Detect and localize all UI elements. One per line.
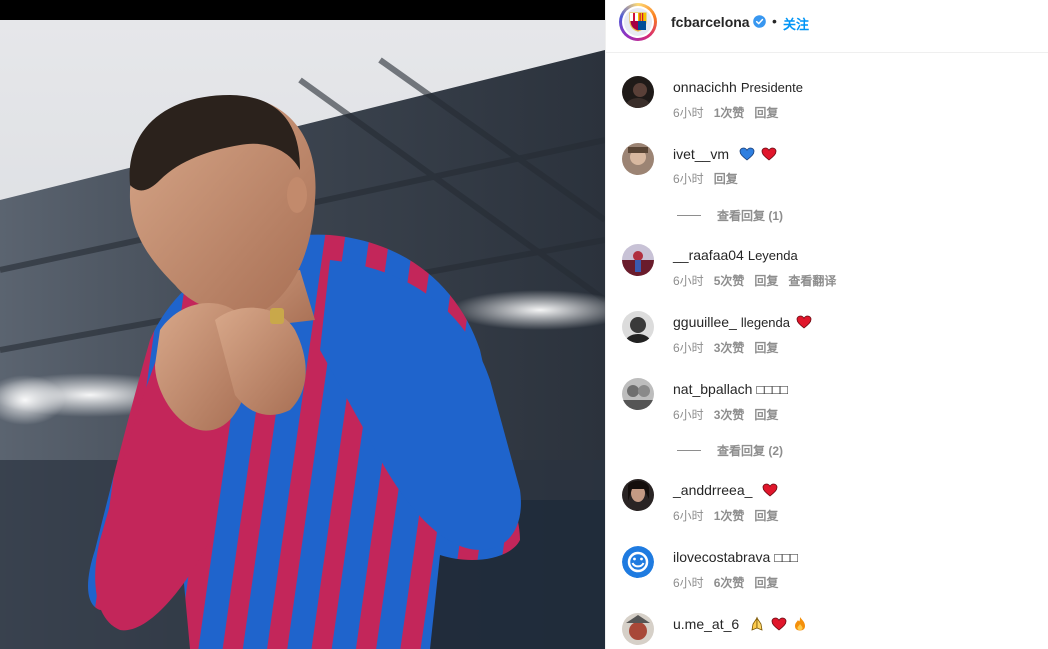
account-name[interactable]: fcbarcelona xyxy=(671,14,750,30)
see-translation-button[interactable]: 查看翻译 xyxy=(788,274,836,288)
view-replies-button[interactable]: 查看回复 (1) xyxy=(677,207,783,224)
comment-item: __raafaa04 Leyenda 6小时 5次赞 回复 查看翻译 xyxy=(606,244,1048,304)
post-header: fcbarcelona • 关注 xyxy=(606,0,1048,53)
media-top-bar xyxy=(0,0,605,20)
folded-hands-icon xyxy=(751,616,763,631)
red-heart-icon xyxy=(761,147,777,161)
comment-username[interactable]: onnacichh xyxy=(673,79,737,95)
commenter-avatar[interactable] xyxy=(622,378,654,410)
replies-divider xyxy=(677,450,701,451)
comment-time[interactable]: 6小时 xyxy=(673,408,704,422)
comment-text: Presidente xyxy=(740,80,803,95)
fcb-crest-icon xyxy=(624,8,652,36)
comment-username[interactable]: ivet__vm xyxy=(673,146,729,162)
comment-time[interactable]: 6小时 xyxy=(673,341,704,355)
replies-divider xyxy=(677,215,701,216)
comment-text: Leyenda xyxy=(747,248,798,263)
reply-button[interactable]: 回复 xyxy=(754,106,778,120)
separator-dot: • xyxy=(772,13,777,29)
account-avatar[interactable] xyxy=(619,3,657,41)
comment-time[interactable]: 6小时 xyxy=(673,509,704,523)
view-replies-button[interactable]: 查看回复 (2) xyxy=(677,442,783,459)
red-heart-icon xyxy=(762,483,778,497)
comment-list[interactable]: onnacichh Presidente 6小时 1次赞 回复 ivet__vm 6小… xyxy=(606,54,1048,649)
comment-item: gguuillee_ llegenda 6小时 3次赞 回复 xyxy=(606,311,1048,371)
reply-button[interactable]: 回复 xyxy=(714,172,738,186)
commenter-avatar[interactable] xyxy=(622,311,654,343)
comment-username[interactable]: _anddrreea_ xyxy=(673,482,752,498)
comment-text: llegenda xyxy=(740,315,790,330)
comment-username[interactable]: u.me_at_6 xyxy=(673,616,739,632)
comment-text: □□□ xyxy=(774,550,798,565)
view-replies-label: 查看回复 (1) xyxy=(717,209,784,223)
post-media[interactable] xyxy=(0,0,605,649)
comment-text: □□□□ xyxy=(756,382,788,397)
comment-item: ivet__vm 6小时 回复 xyxy=(606,143,1048,203)
comment-item: onnacichh Presidente 6小时 1次赞 回复 xyxy=(606,76,1048,136)
comment-likes[interactable]: 6次赞 xyxy=(714,576,745,590)
comment-time[interactable]: 6小时 xyxy=(673,106,704,120)
comment-likes[interactable]: 1次赞 xyxy=(714,106,745,120)
comments-panel: fcbarcelona • 关注 onnacichh Presidente 6小时… xyxy=(605,0,1048,649)
commenter-avatar[interactable] xyxy=(622,546,654,578)
reply-button[interactable]: 回复 xyxy=(754,509,778,523)
comment-likes[interactable]: 3次赞 xyxy=(714,408,745,422)
comment-likes[interactable]: 1次赞 xyxy=(714,509,745,523)
commenter-avatar[interactable] xyxy=(622,244,654,276)
comment-username[interactable]: gguuillee_ xyxy=(673,314,737,330)
reply-button[interactable]: 回复 xyxy=(754,341,778,355)
comment-time[interactable]: 6小时 xyxy=(673,172,704,186)
red-heart-icon xyxy=(796,315,812,329)
follow-button[interactable]: 关注 xyxy=(783,14,809,33)
comment-item: u.me_at_6 xyxy=(606,613,1048,649)
comment-item: nat_bpallach □□□□ 6小时 3次赞 回复 xyxy=(606,378,1048,438)
comment-item: _anddrreea_ 6小时 1次赞 回复 xyxy=(606,479,1048,539)
comment-time[interactable]: 6小时 xyxy=(673,274,704,288)
blue-heart-icon xyxy=(739,147,755,161)
reply-button[interactable]: 回复 xyxy=(754,576,778,590)
view-replies-label: 查看回复 (2) xyxy=(717,444,784,458)
red-heart-icon xyxy=(771,617,787,631)
commenter-avatar[interactable] xyxy=(622,479,654,511)
commenter-avatar[interactable] xyxy=(622,143,654,175)
reply-button[interactable]: 回复 xyxy=(754,274,778,288)
comment-likes[interactable]: 5次赞 xyxy=(714,274,745,288)
verified-badge-icon xyxy=(753,15,766,28)
reply-button[interactable]: 回复 xyxy=(754,408,778,422)
commenter-avatar[interactable] xyxy=(622,613,654,645)
fire-icon xyxy=(794,617,805,631)
comment-username[interactable]: __raafaa04 xyxy=(673,247,744,263)
comment-item: ilovecostabrava □□□ 6小时 6次赞 回复 xyxy=(606,546,1048,606)
comment-username[interactable]: ilovecostabrava xyxy=(673,549,770,565)
comment-likes[interactable]: 3次赞 xyxy=(714,341,745,355)
comment-time[interactable]: 6小时 xyxy=(673,576,704,590)
comment-username[interactable]: nat_bpallach xyxy=(673,381,752,397)
commenter-avatar[interactable] xyxy=(622,76,654,108)
post-photo xyxy=(0,20,605,649)
account-avatar-inner xyxy=(622,6,654,38)
